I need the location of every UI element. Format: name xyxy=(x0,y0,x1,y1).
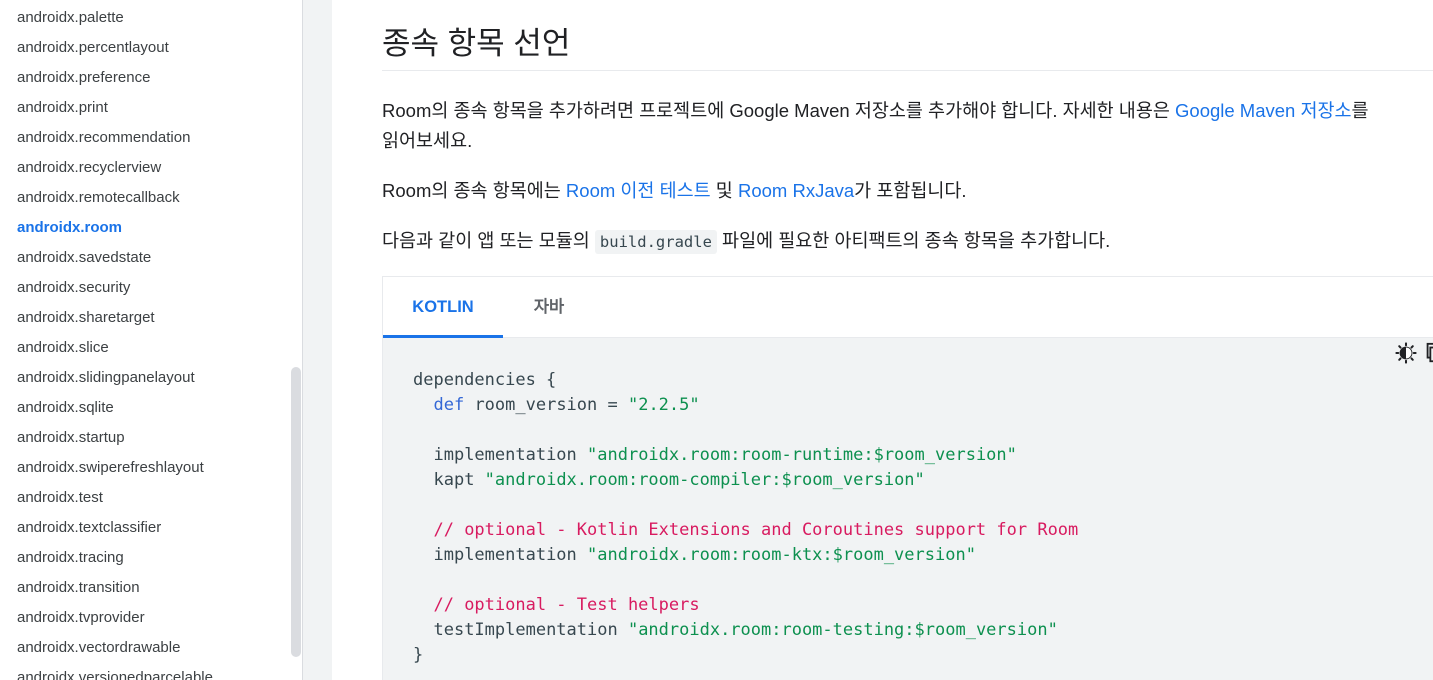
sidebar-item-room[interactable]: androidx.room xyxy=(17,218,122,238)
sidebar-item-sharetarget[interactable]: androidx.sharetarget xyxy=(17,308,155,328)
heading-divider xyxy=(382,70,1433,71)
code-comment: // optional - Test helpers xyxy=(433,595,700,615)
code-text: testImplementation xyxy=(433,620,628,640)
code-line: dependencies { xyxy=(413,370,557,390)
sidebar-item-palette[interactable]: androidx.palette xyxy=(17,8,124,28)
sidebar-item-remotecallback[interactable]: androidx.remotecallback xyxy=(17,188,180,208)
code-string: "androidx.room:room-runtime:$room_versio… xyxy=(587,445,1017,465)
sidebar-item-slidingpanelayout[interactable]: androidx.slidingpanelayout xyxy=(17,368,195,388)
code-string: "2.2.5" xyxy=(627,395,700,415)
intro-text-line2: 읽어보세요. xyxy=(382,130,473,151)
sidebar-item-recyclerview[interactable]: androidx.recyclerview xyxy=(17,158,161,178)
tab-java[interactable]: 자바 xyxy=(503,277,595,335)
sidebar-item-preference[interactable]: androidx.preference xyxy=(17,68,150,88)
dark-mode-toggle-icon[interactable] xyxy=(1395,342,1417,364)
sidebar-item-recommendation[interactable]: androidx.recommendation xyxy=(17,128,190,148)
code-text: implementation xyxy=(433,545,588,565)
code-string: "androidx.room:room-compiler:$room_versi… xyxy=(484,470,925,490)
intro-text: Room의 종속 항목을 추가하려면 프로젝트에 Google Maven 저장… xyxy=(382,100,1176,121)
intro-text-after: 를 xyxy=(1351,100,1369,121)
includes-text-after: 가 포함됩니다. xyxy=(854,180,967,201)
code-comment: // optional - Kotlin Extensions and Coro… xyxy=(433,520,1079,540)
code-line: testImplementation "androidx.room:room-t… xyxy=(413,618,1078,643)
sidebar-item-test[interactable]: androidx.test xyxy=(17,488,103,508)
sidebar-nav: androidx.palette androidx.percentlayout … xyxy=(0,0,303,680)
sidebar-item-slice[interactable]: androidx.slice xyxy=(17,338,109,358)
content-gutter xyxy=(303,0,332,680)
code-line: implementation "androidx.room:room-runti… xyxy=(413,443,1078,468)
sidebar-item-sqlite[interactable]: androidx.sqlite xyxy=(17,398,114,418)
sidebar-item-versionedparcelable[interactable]: androidx.versionedparcelable xyxy=(17,668,213,680)
includes-paragraph: Room의 종속 항목에는 Room 이전 테스트 및 Room RxJava가… xyxy=(382,176,1433,206)
code-line: } xyxy=(413,645,424,665)
gradle-text-after: 파일에 필요한 아티팩트의 종속 항목을 추가합니다. xyxy=(716,230,1111,251)
code-block: dependencies { def room_version = "2.2.5… xyxy=(383,338,1433,680)
room-migration-test-link[interactable]: Room 이전 테스트 xyxy=(566,180,711,201)
sidebar-item-tvprovider[interactable]: androidx.tvprovider xyxy=(17,608,145,628)
intro-paragraph: Room의 종속 항목을 추가하려면 프로젝트에 Google Maven 저장… xyxy=(382,96,1433,156)
code-keyword: def xyxy=(433,395,465,415)
room-rxjava-link[interactable]: Room RxJava xyxy=(738,180,854,201)
kotlin-code: dependencies { def room_version = "2.2.5… xyxy=(413,368,1078,668)
sidebar-item-vectordrawable[interactable]: androidx.vectordrawable xyxy=(17,638,180,658)
copy-icon[interactable] xyxy=(1423,342,1433,364)
page-heading: 종속 항목 선언 xyxy=(382,26,571,61)
code-line: // optional - Test helpers xyxy=(413,593,1078,618)
code-string: "androidx.room:room-testing:$room_versio… xyxy=(627,620,1058,640)
code-string: "androidx.room:room-ktx:$room_version" xyxy=(587,545,976,565)
code-line: def room_version = "2.2.5" xyxy=(413,393,1078,418)
build-gradle-code: build.gradle xyxy=(594,230,717,254)
code-line: implementation "androidx.room:room-ktx:$… xyxy=(413,543,1078,568)
code-line: // optional - Kotlin Extensions and Coro… xyxy=(413,518,1078,543)
gradle-text: 다음과 같이 앱 또는 모듈의 xyxy=(382,230,595,251)
main-content: 종속 항목 선언 Room의 종속 항목을 추가하려면 프로젝트에 Google… xyxy=(332,0,1433,680)
gradle-paragraph: 다음과 같이 앱 또는 모듈의 build.gradle 파일에 필요한 아티팩… xyxy=(382,226,1433,257)
code-tab-panel: KOTLIN 자바 dependencies {def room_versio… xyxy=(382,276,1433,680)
sidebar-item-textclassifier[interactable]: androidx.textclassifier xyxy=(17,518,161,538)
language-tabs: KOTLIN 자바 xyxy=(383,277,1433,338)
includes-text: Room의 종속 항목에는 xyxy=(382,180,566,201)
code-text: kapt xyxy=(433,470,485,490)
sidebar-item-transition[interactable]: androidx.transition xyxy=(17,578,140,598)
code-text: room_version = xyxy=(464,395,628,415)
sidebar-scrollbar-thumb[interactable] xyxy=(291,367,301,657)
code-line: kapt "androidx.room:room-compiler:$room_… xyxy=(413,468,1078,493)
sidebar-item-tracing[interactable]: androidx.tracing xyxy=(17,548,124,568)
sidebar-item-percentlayout[interactable]: androidx.percentlayout xyxy=(17,38,169,58)
sidebar-item-security[interactable]: androidx.security xyxy=(17,278,130,298)
tab-kotlin[interactable]: KOTLIN xyxy=(383,277,503,338)
google-maven-link[interactable]: Google Maven 저장소 xyxy=(1175,100,1352,121)
includes-conjunction: 및 xyxy=(710,180,738,201)
sidebar-item-savedstate[interactable]: androidx.savedstate xyxy=(17,248,151,268)
sidebar-item-print[interactable]: androidx.print xyxy=(17,98,108,118)
sidebar-item-swiperefreshlayout[interactable]: androidx.swiperefreshlayout xyxy=(17,458,204,478)
code-text: implementation xyxy=(433,445,588,465)
sidebar-item-startup[interactable]: androidx.startup xyxy=(17,428,125,448)
